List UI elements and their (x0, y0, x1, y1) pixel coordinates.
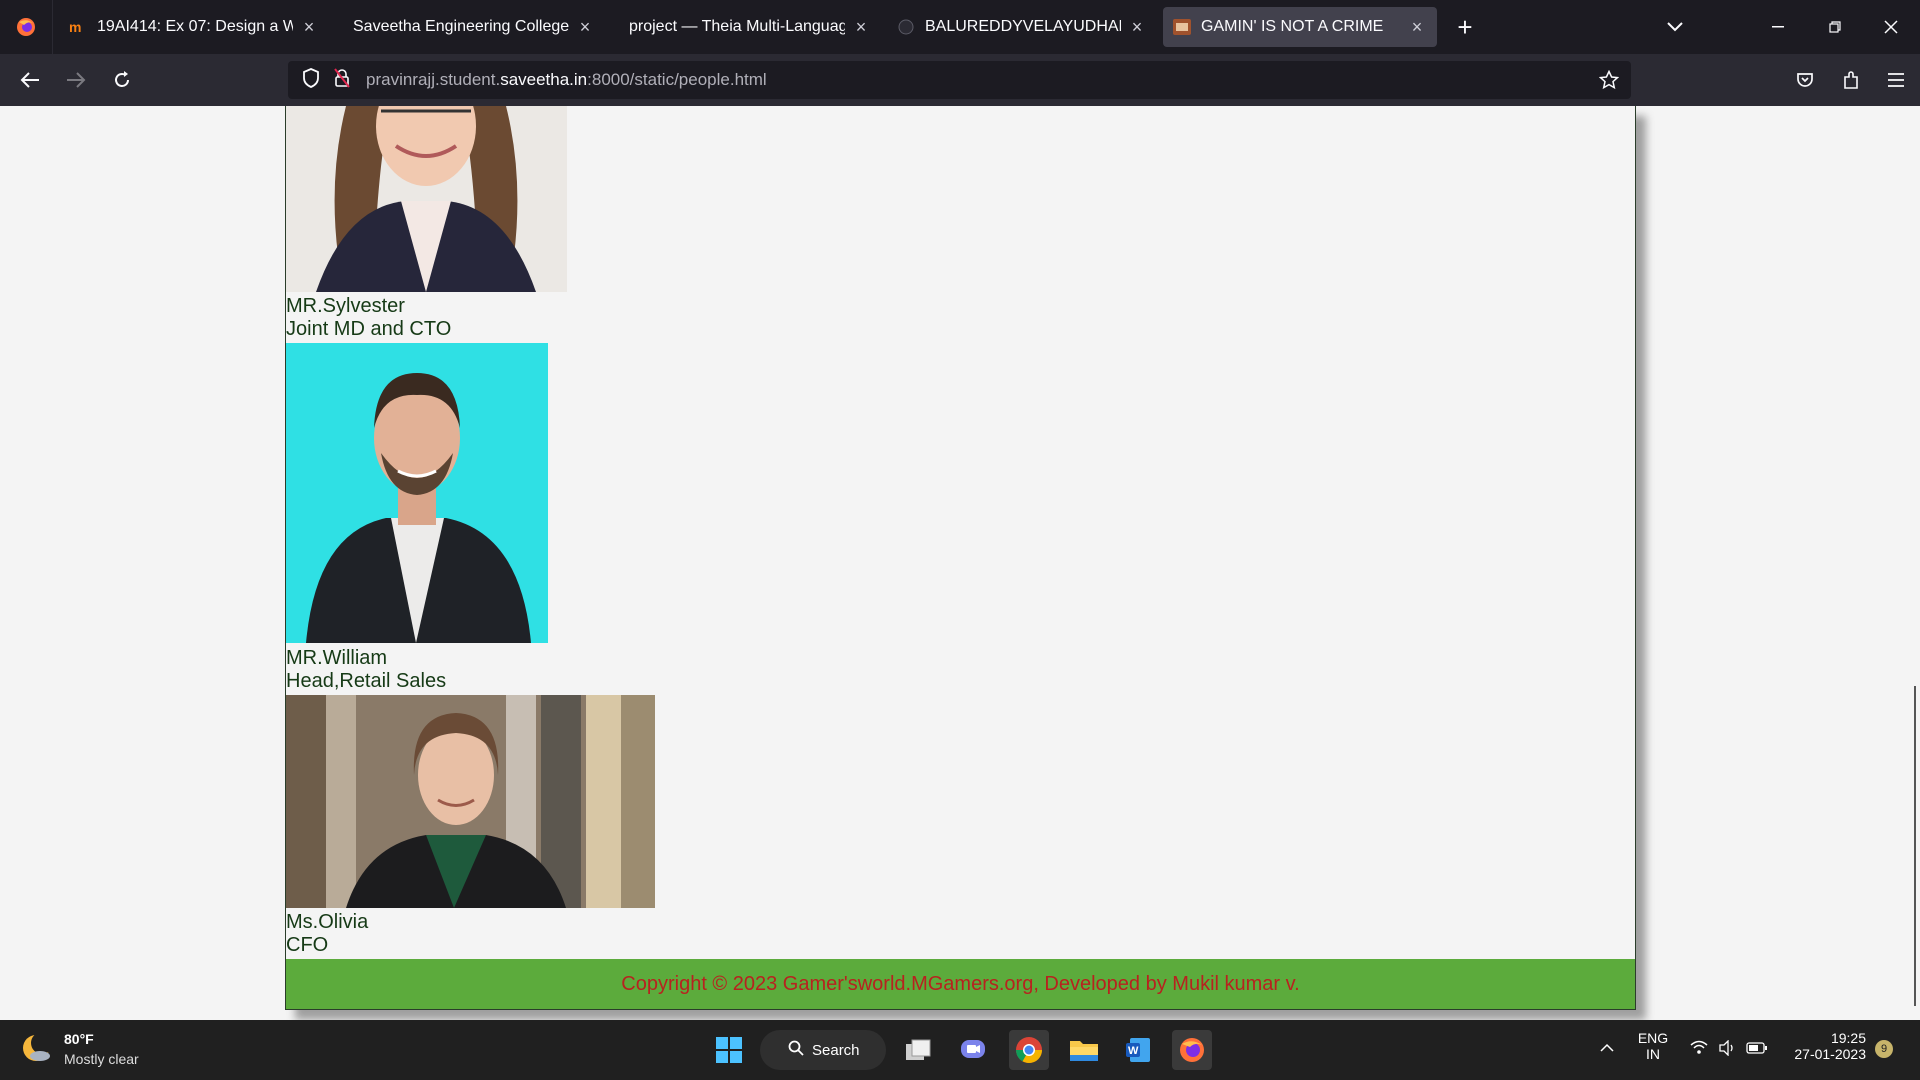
shield-icon[interactable] (302, 67, 320, 93)
person-name: Ms.Olivia (286, 911, 369, 933)
search-label: Search (812, 1041, 860, 1059)
minimize-icon[interactable] (1755, 0, 1801, 54)
search-icon (788, 1040, 804, 1061)
close-icon[interactable]: × (851, 17, 871, 37)
teams-chat-icon[interactable] (953, 1030, 993, 1070)
task-view-icon[interactable] (898, 1030, 938, 1070)
word-icon[interactable]: W (1118, 1030, 1158, 1070)
firefox-taskbar-icon[interactable] (1172, 1030, 1212, 1070)
file-explorer-icon[interactable] (1064, 1030, 1104, 1070)
back-button[interactable] (10, 60, 50, 100)
insecure-lock-icon[interactable] (334, 67, 350, 93)
scrollbar-thumb[interactable] (1914, 686, 1916, 1006)
tab-1-label: 19AI414: Ex 07: Design a Websit (97, 18, 293, 35)
chrome-icon[interactable] (1009, 1030, 1049, 1070)
wifi-icon[interactable] (1690, 1040, 1708, 1061)
bookmark-star-icon[interactable] (1598, 69, 1620, 95)
list-tabs-icon[interactable] (1655, 0, 1695, 54)
page-footer: Copyright © 2023 Gamer'sworld.MGamers.or… (286, 959, 1635, 1009)
battery-icon[interactable] (1746, 1041, 1768, 1060)
nav-bar: pravinrajj.student.saveetha.in:8000/stat… (0, 54, 1920, 106)
game-icon (1173, 18, 1191, 36)
close-window-icon[interactable] (1868, 0, 1914, 54)
restore-icon[interactable] (1812, 0, 1858, 54)
menu-icon[interactable] (1876, 60, 1916, 100)
url-prefix: pravinrajj.student. (366, 70, 501, 89)
notification-badge[interactable]: 9 (1875, 1040, 1893, 1058)
copyright-text: Copyright © 2023 Gamer'sworld.MGamers.or… (621, 972, 1300, 995)
person-role: CFO (286, 934, 329, 956)
tab-4[interactable]: BALUREDDYVELAYUDHAMGOW × (887, 7, 1157, 47)
show-hidden-icons-icon[interactable] (1600, 1040, 1614, 1058)
region-code: IN (1646, 1046, 1660, 1062)
taskbar-search-box[interactable]: Search (760, 1030, 886, 1070)
tab-4-label: BALUREDDYVELAYUDHAMGOW (925, 18, 1121, 35)
url-suffix: :8000/static/people.html (587, 70, 767, 89)
tab-5-active[interactable]: GAMIN' IS NOT A CRIME × (1163, 7, 1437, 47)
windows-taskbar: 80°F Mostly clear Search W ENG IN 19:25 (0, 1020, 1920, 1080)
close-icon[interactable]: × (1407, 17, 1427, 37)
tab-bar: m 19AI414: Ex 07: Design a Websit × Save… (0, 0, 1920, 54)
weather-desc[interactable]: Mostly clear (64, 1051, 139, 1067)
tab-3-label: project — Theia Multi-Language Ex (629, 18, 845, 35)
person-photo-sylvester (286, 106, 567, 292)
tab-1[interactable]: m 19AI414: Ex 07: Design a Websit × (59, 7, 329, 47)
close-icon[interactable]: × (299, 17, 319, 37)
person-name: MR.William (286, 647, 388, 669)
weather-moon-icon[interactable] (20, 1032, 53, 1069)
reload-button[interactable] (102, 60, 142, 100)
page-viewport: MR.Sylvester Joint MD and CTO MR.William… (0, 106, 1920, 1020)
volume-icon[interactable] (1718, 1039, 1736, 1061)
extensions-icon[interactable] (1831, 60, 1871, 100)
person-card-william: MR.William Head,Retail Sales (286, 647, 446, 693)
close-icon[interactable]: × (575, 17, 595, 37)
github-icon (897, 18, 915, 36)
person-role: Joint MD and CTO (286, 318, 452, 340)
tab-2-label: Saveetha Engineering College (353, 18, 569, 35)
svg-text:W: W (1128, 1045, 1139, 1057)
weather-temp[interactable]: 80°F (64, 1031, 94, 1047)
svg-text:m: m (69, 20, 81, 34)
url-domain: saveetha.in (500, 70, 588, 89)
clock[interactable]: 19:25 27-01-2023 (1778, 1030, 1866, 1062)
person-photo-olivia (286, 695, 655, 908)
clock-time: 19:25 (1830, 1030, 1866, 1046)
person-photo-william (286, 343, 548, 643)
people-page: MR.Sylvester Joint MD and CTO MR.William… (285, 106, 1636, 1010)
url-bar[interactable]: pravinrajj.student.saveetha.in:8000/stat… (288, 61, 1631, 99)
person-card-sylvester: MR.Sylvester Joint MD and CTO (286, 295, 451, 341)
tab-3[interactable]: project — Theia Multi-Language Ex × (611, 7, 881, 47)
moodle-icon: m (69, 18, 87, 36)
language-code: ENG (1637, 1030, 1669, 1046)
tab-2[interactable]: Saveetha Engineering College × (335, 7, 605, 47)
clock-date: 27-01-2023 (1794, 1046, 1866, 1062)
windows-start-icon[interactable] (709, 1030, 749, 1070)
new-tab-button[interactable]: + (1445, 7, 1485, 47)
url-text[interactable]: pravinrajj.student.saveetha.in:8000/stat… (366, 70, 767, 90)
firefox-menu-icon[interactable] (0, 0, 53, 54)
person-card-olivia: Ms.Olivia CFO (286, 911, 368, 957)
forward-button[interactable] (56, 60, 96, 100)
pocket-icon[interactable] (1785, 60, 1825, 100)
language-indicator[interactable]: ENG IN (1636, 1030, 1670, 1062)
tab-5-label: GAMIN' IS NOT A CRIME (1201, 18, 1384, 35)
person-name: MR.Sylvester (286, 295, 405, 317)
close-icon[interactable]: × (1127, 17, 1147, 37)
person-role: Head,Retail Sales (286, 670, 447, 692)
